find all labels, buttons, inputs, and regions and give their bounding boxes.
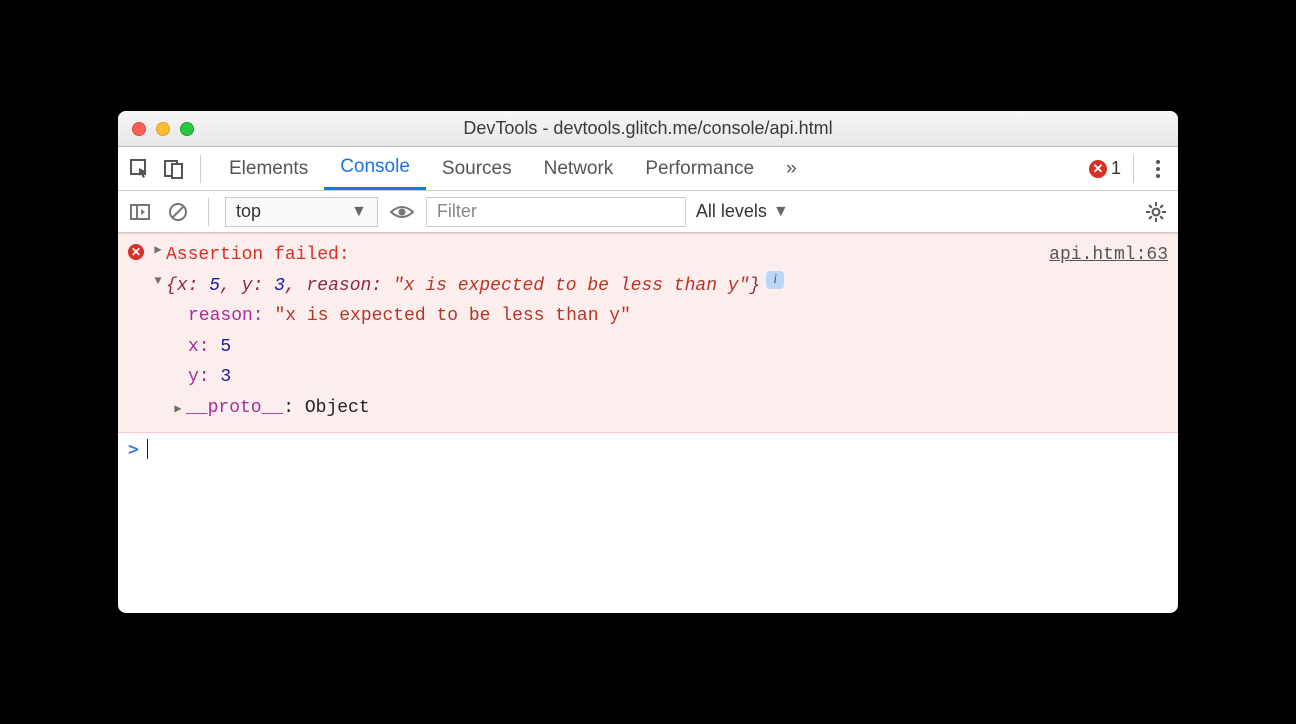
context-label: top xyxy=(236,201,261,222)
tab-sources[interactable]: Sources xyxy=(426,147,528,190)
close-window-button[interactable] xyxy=(132,122,146,136)
assertion-failed-label: Assertion failed: xyxy=(166,240,350,271)
property-proto[interactable]: ▶__proto__: Object xyxy=(128,393,1168,424)
source-link[interactable]: api.html:63 xyxy=(1049,240,1168,271)
window-title: DevTools - devtools.glitch.me/console/ap… xyxy=(118,118,1178,139)
property-y[interactable]: y: 3 xyxy=(188,362,1168,393)
tab-console[interactable]: Console xyxy=(324,147,426,190)
object-properties: reason: "x is expected to be less than y… xyxy=(128,301,1168,393)
console-input-row[interactable]: > xyxy=(118,433,1178,466)
console-settings-icon[interactable] xyxy=(1142,198,1170,226)
main-toolbar: Elements Console Sources Network Perform… xyxy=(118,147,1178,191)
separator xyxy=(208,198,209,226)
property-x[interactable]: x: 5 xyxy=(188,332,1168,363)
filter-placeholder: Filter xyxy=(437,201,477,222)
error-count-value: 1 xyxy=(1111,158,1121,179)
property-reason[interactable]: reason: "x is expected to be less than y… xyxy=(188,301,1168,332)
tab-network[interactable]: Network xyxy=(528,147,630,190)
traffic-lights xyxy=(132,122,194,136)
titlebar: DevTools - devtools.glitch.me/console/ap… xyxy=(118,111,1178,147)
collapse-arrow-icon[interactable]: ▼ xyxy=(150,271,166,291)
zoom-window-button[interactable] xyxy=(180,122,194,136)
console-error-message[interactable]: ✕ ▶ Assertion failed: api.html:63 ▼ {x: … xyxy=(118,233,1178,433)
kebab-menu-icon[interactable] xyxy=(1146,160,1170,178)
expand-arrow-icon[interactable]: ▶ xyxy=(150,240,166,260)
info-icon[interactable]: i xyxy=(766,271,784,289)
input-cursor xyxy=(147,439,149,459)
levels-label: All levels xyxy=(696,201,767,222)
error-icon: ✕ xyxy=(128,244,144,260)
error-counter[interactable]: ✕ 1 xyxy=(1089,158,1121,179)
separator xyxy=(200,155,201,183)
inspect-element-icon[interactable] xyxy=(126,155,154,183)
tab-performance[interactable]: Performance xyxy=(629,147,770,190)
device-toolbar-icon[interactable] xyxy=(160,155,188,183)
error-icon: ✕ xyxy=(1089,160,1107,178)
filter-input[interactable]: Filter xyxy=(426,197,686,227)
live-expression-icon[interactable] xyxy=(388,198,416,226)
show-console-sidebar-icon[interactable] xyxy=(126,198,154,226)
chevron-down-icon: ▼ xyxy=(351,203,367,221)
panel-tabs: Elements Console Sources Network Perform… xyxy=(213,147,813,190)
object-preview[interactable]: {x: 5, y: 3, reason: "x is expected to b… xyxy=(166,271,760,302)
prompt-icon: > xyxy=(128,439,139,460)
more-tabs-button[interactable]: » xyxy=(770,147,813,190)
execution-context-selector[interactable]: top ▼ xyxy=(225,197,378,227)
chevron-down-icon: ▼ xyxy=(773,203,789,221)
log-levels-selector[interactable]: All levels ▼ xyxy=(696,201,789,222)
expand-arrow-icon[interactable]: ▶ xyxy=(170,399,186,419)
minimize-window-button[interactable] xyxy=(156,122,170,136)
clear-console-icon[interactable] xyxy=(164,198,192,226)
tab-elements[interactable]: Elements xyxy=(213,147,324,190)
separator xyxy=(1133,155,1134,183)
console-output: ✕ ▶ Assertion failed: api.html:63 ▼ {x: … xyxy=(118,233,1178,613)
devtools-window: DevTools - devtools.glitch.me/console/ap… xyxy=(118,111,1178,613)
console-toolbar: top ▼ Filter All levels ▼ xyxy=(118,191,1178,233)
